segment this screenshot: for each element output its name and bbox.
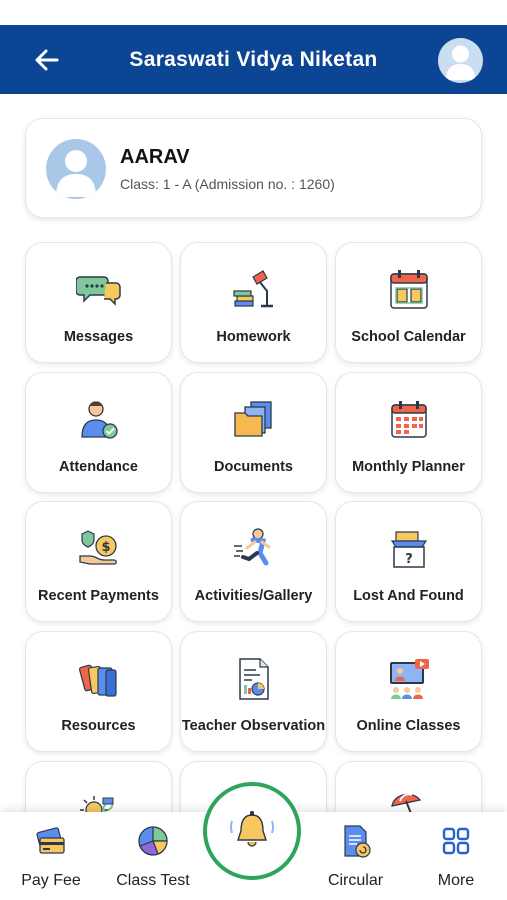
tile-label: Documents <box>214 459 293 475</box>
status-strip <box>0 0 507 25</box>
folders-icon <box>233 401 272 437</box>
nav-more[interactable]: More <box>420 812 492 900</box>
nav-circular[interactable]: Circular <box>318 812 393 900</box>
nav-label: More <box>437 872 475 889</box>
app-header: Saraswati Vidya Niketan <box>0 25 507 94</box>
tile-homework[interactable]: Homework <box>180 242 327 363</box>
svg-text:$: $ <box>101 540 110 555</box>
tile-label: Activities/Gallery <box>194 588 313 604</box>
student-avatar-icon <box>56 150 96 197</box>
tile-label: Teacher Observation <box>181 718 326 734</box>
back-button[interactable] <box>30 44 64 76</box>
report-chart-icon <box>238 658 269 700</box>
tile-messages[interactable]: Messages <box>25 242 172 363</box>
student-class-info: Class: 1 - A (Admission no. : 1260) <box>120 176 335 192</box>
card-pay-icon <box>36 827 65 854</box>
tile-activities-gallery[interactable]: Activities/Gallery <box>180 501 327 622</box>
page-title: Saraswati Vidya Niketan <box>129 47 378 71</box>
student-profile-card[interactable]: AARAV Class: 1 - A (Admission no. : 1260… <box>25 118 482 218</box>
tile-lost-and-found[interactable]: ? Lost And Found <box>335 501 482 622</box>
books-icon <box>78 664 117 697</box>
teacher-check-icon <box>80 401 118 439</box>
svg-text:?: ? <box>405 552 413 567</box>
tile-documents[interactable]: Documents <box>180 372 327 493</box>
running-kid-icon <box>233 528 270 566</box>
nav-label: Pay Fee <box>21 872 81 889</box>
tile-label: Messages <box>63 329 134 345</box>
tile-label: School Calendar <box>351 329 466 345</box>
tile-label: Recent Payments <box>38 588 159 604</box>
user-avatar-button[interactable] <box>438 38 483 83</box>
avatar <box>46 139 106 199</box>
tile-label: Attendance <box>59 459 138 475</box>
tile-label: Online Classes <box>356 718 461 734</box>
tile-monthly-planner[interactable]: Monthly Planner <box>335 372 482 493</box>
grid-more-icon <box>442 827 470 855</box>
tile-label: Monthly Planner <box>352 459 465 475</box>
pie-chart-icon <box>138 826 168 856</box>
tile-label: Homework <box>216 329 291 345</box>
student-name: AARAV <box>120 146 190 168</box>
nav-class-test[interactable]: Class Test <box>108 812 198 900</box>
tile-label: Lost And Found <box>353 588 464 604</box>
planner-calendar-icon <box>390 401 427 438</box>
arrow-left-icon <box>35 49 59 71</box>
tile-attendance[interactable]: Attendance <box>25 372 172 493</box>
tile-resources[interactable]: Resources <box>25 631 172 752</box>
tile-teacher-observation[interactable]: Teacher Observation <box>180 631 327 752</box>
bell-icon <box>230 811 274 847</box>
circular-document-icon <box>343 825 371 858</box>
calendar-book-icon <box>389 270 428 309</box>
tile-label: Resources <box>61 718 136 734</box>
nav-label: Circular <box>327 872 384 889</box>
tile-online-classes[interactable]: Online Classes <box>335 631 482 752</box>
desk-lamp-books-icon <box>232 270 273 308</box>
nav-pay-fee[interactable]: Pay Fee <box>10 812 92 900</box>
chat-bubbles-icon <box>75 276 121 306</box>
tile-school-calendar[interactable]: School Calendar <box>335 242 482 363</box>
video-class-icon <box>389 659 429 699</box>
tile-recent-payments[interactable]: $ Recent Payments <box>25 501 172 622</box>
notifications-button[interactable] <box>203 782 301 880</box>
lost-found-box-icon: ? <box>390 531 427 568</box>
hand-money-icon: $ <box>78 530 117 565</box>
user-avatar-icon <box>446 45 475 80</box>
nav-label: Class Test <box>116 872 190 889</box>
